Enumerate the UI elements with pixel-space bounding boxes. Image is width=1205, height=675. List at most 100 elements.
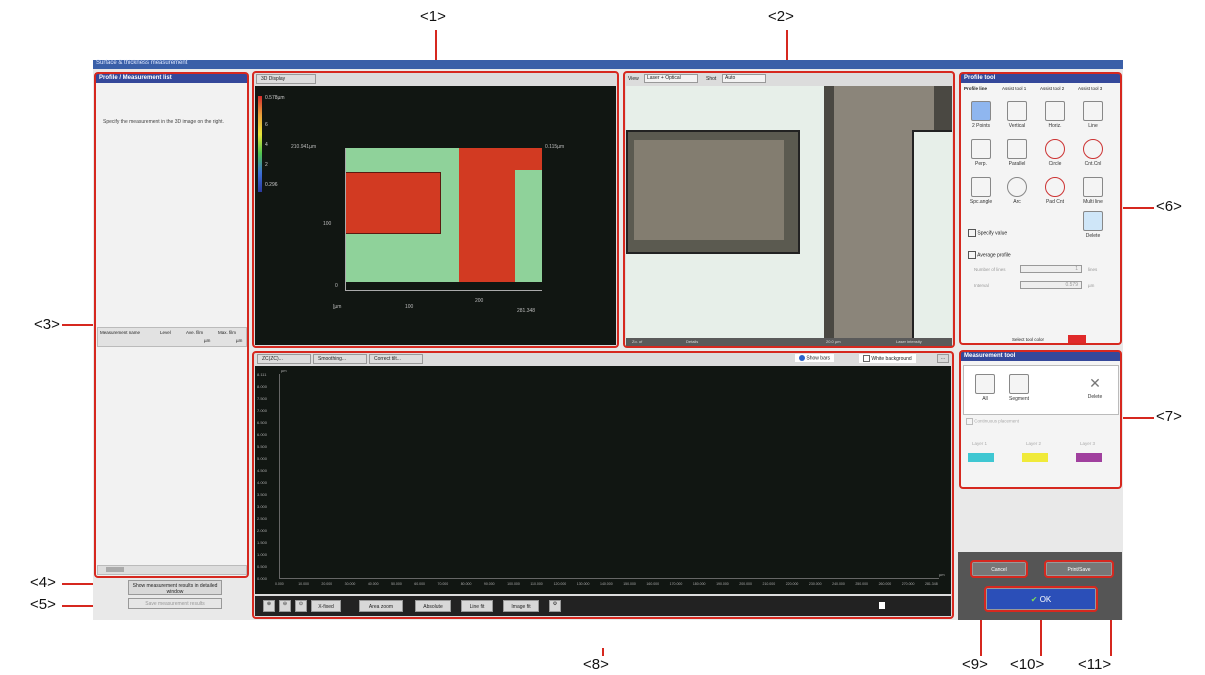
callout-9: <9>: [962, 656, 988, 673]
scale-tick-3: 2: [265, 162, 268, 168]
more-button[interactable]: …: [937, 354, 949, 363]
tab-smoothing[interactable]: Smoothing...: [313, 354, 367, 364]
tool-color-swatch[interactable]: [1068, 335, 1086, 343]
zoom-info[interactable]: Zo. of: [632, 339, 642, 344]
two-points-icon: [971, 101, 991, 121]
y-label-top: 210.941µm: [291, 144, 317, 150]
tool-vertical[interactable]: Vertical: [1000, 101, 1034, 129]
tab-assist-3[interactable]: Assist tool 3: [1078, 86, 1102, 91]
measure-all-button[interactable]: All: [968, 374, 1002, 402]
tab-profile-line[interactable]: Profile line: [964, 86, 987, 91]
print-save-button[interactable]: Print/Save: [1046, 562, 1112, 576]
layer-1-label[interactable]: Layer 1: [972, 441, 987, 446]
tab-assist-1[interactable]: Assist tool 1: [1002, 86, 1026, 91]
ok-button[interactable]: ✔ OK: [986, 588, 1096, 610]
tab-zc[interactable]: ZC(ZC)...: [257, 354, 311, 364]
number-of-lines-field[interactable]: 1: [1020, 265, 1082, 273]
interval-unit: µm: [1088, 283, 1095, 288]
image-fit-button[interactable]: Image fit: [503, 600, 539, 612]
x-label-max: 281.348: [517, 308, 536, 314]
layer-3-label[interactable]: Layer 3: [1080, 441, 1095, 446]
cancel-button[interactable]: Cancel: [972, 562, 1026, 576]
measurement-tool-panel: Measurement tool All Segment ✕ Delete Con…: [960, 351, 1120, 487]
display-3d-canvas[interactable]: 0.578µm 6 4 2 0.296 210.941µm 100 0 [µm …: [255, 86, 616, 345]
x-fixed-button[interactable]: X-fixed: [311, 600, 341, 612]
tool-horiz[interactable]: Horiz.: [1038, 101, 1072, 129]
optical-right-block: [824, 86, 952, 338]
callout-line-6: [1120, 207, 1154, 209]
tool-pad-cnt[interactable]: Pad Cnt: [1038, 177, 1072, 205]
measurement-list-panel: Profile / Measurement list Specify the m…: [95, 73, 247, 578]
tool-spc-angle[interactable]: Spc.angle: [964, 177, 998, 205]
y-label-unit: [µm: [333, 304, 342, 310]
tab-correct-tilt[interactable]: Correct tilt...: [369, 354, 423, 364]
zoom-slider-thumb[interactable]: [879, 602, 885, 609]
optical-image[interactable]: [626, 86, 952, 338]
x-tick-label: 281.348: [925, 582, 938, 586]
graph-toolbar: ⊕ ⊖ ⊙ X-fixed Area zoom Absolute Line fi…: [255, 596, 951, 616]
col-level[interactable]: Level: [160, 330, 171, 335]
area-zoom-button[interactable]: Area zoom: [359, 600, 403, 612]
scale-tick-2: 4: [265, 142, 268, 148]
laser-intensity[interactable]: Laser intensity: [896, 339, 922, 344]
measure-delete-button[interactable]: ✕ Delete: [1078, 374, 1112, 400]
tool-arc[interactable]: Arc: [1000, 177, 1034, 205]
tool-delete[interactable]: Delete: [1076, 211, 1110, 239]
layer-3-swatch[interactable]: [1076, 453, 1102, 462]
tool-perp[interactable]: Perp.: [964, 139, 998, 167]
show-results-button[interactable]: Show measurement results in detailed win…: [128, 580, 222, 595]
average-profile-checkbox[interactable]: Average profile: [968, 251, 1011, 259]
multi-line-icon: [1083, 177, 1103, 197]
vertical-icon: [1007, 101, 1027, 121]
col-measurement-name[interactable]: Measurement name: [100, 330, 140, 335]
tool-circle[interactable]: Circle: [1038, 139, 1072, 167]
line-fit-button[interactable]: Line fit: [461, 600, 493, 612]
zoom-out-button[interactable]: ⊖: [279, 600, 291, 612]
layer-2-swatch[interactable]: [1022, 453, 1048, 462]
col-max-film[interactable]: Max. film: [218, 330, 236, 335]
col-ave-film[interactable]: Ave. film: [186, 330, 203, 335]
details-info[interactable]: Details: [686, 339, 698, 344]
horizontal-scrollbar[interactable]: [97, 565, 247, 575]
tab-3d-display[interactable]: 3D Display: [256, 74, 316, 84]
x-tick-label: 60.000: [414, 582, 425, 586]
x-tick-label: 20.000: [321, 582, 333, 586]
callout-4: <4>: [30, 574, 56, 591]
callout-11: <11>: [1078, 656, 1112, 673]
x-tick-label: 170.000: [669, 582, 683, 586]
view-select[interactable]: Laser + Optical: [644, 74, 698, 83]
callout-7: <7>: [1156, 408, 1182, 425]
save-results-button[interactable]: Save measurement results: [128, 598, 222, 609]
tool-cnt-cnl[interactable]: Cnt.Cnl: [1076, 139, 1110, 167]
y-tick-label: 3.500: [257, 492, 268, 497]
tool-line[interactable]: Line: [1076, 101, 1110, 129]
layer-1-swatch[interactable]: [968, 453, 994, 462]
white-bg-checkbox[interactable]: White background: [859, 354, 916, 363]
layer-2-label[interactable]: Layer 2: [1026, 441, 1041, 446]
interval-field[interactable]: 0.579: [1020, 281, 1082, 289]
tool-multi-line[interactable]: Multi line: [1076, 177, 1110, 205]
tab-assist-2[interactable]: Assist tool 2: [1040, 86, 1064, 91]
absolute-button[interactable]: Absolute: [415, 600, 451, 612]
settings-button[interactable]: ⚙: [549, 600, 561, 612]
view-label: View: [628, 76, 639, 82]
zoom-in-button[interactable]: ⊕: [263, 600, 275, 612]
continuous-placement-checkbox[interactable]: Continuous placement: [966, 418, 1019, 425]
measure-segment-button[interactable]: Segment: [1002, 374, 1036, 402]
measurement-hint: Specify the measurement in the 3D image …: [103, 119, 224, 125]
shot-select[interactable]: Auto: [722, 74, 766, 83]
x-tick-label: 270.000: [901, 582, 915, 586]
tool-parallel[interactable]: Parallel: [1000, 139, 1034, 167]
show-bars-toggle[interactable]: Show bars: [795, 354, 835, 363]
x-tick-label: 230.000: [808, 582, 822, 586]
profile-graph-canvas[interactable]: µm 8.111 8.000 7.500 7.000 6.500 6.000 5.500 5.…: [255, 366, 951, 594]
window-title: Surface & thickness measurement: [96, 60, 188, 66]
specify-value-checkbox[interactable]: Specify value: [968, 229, 1007, 237]
y-tick-label: 4.500: [257, 468, 268, 473]
line-icon: [1083, 101, 1103, 121]
scrollbar-thumb[interactable]: [106, 567, 124, 572]
tool-2points[interactable]: 2 Points: [964, 101, 998, 129]
y-tick-label: 5.500: [257, 444, 268, 449]
y-tick-label: 0.000: [257, 576, 268, 581]
zoom-fit-button[interactable]: ⊙: [295, 600, 307, 612]
